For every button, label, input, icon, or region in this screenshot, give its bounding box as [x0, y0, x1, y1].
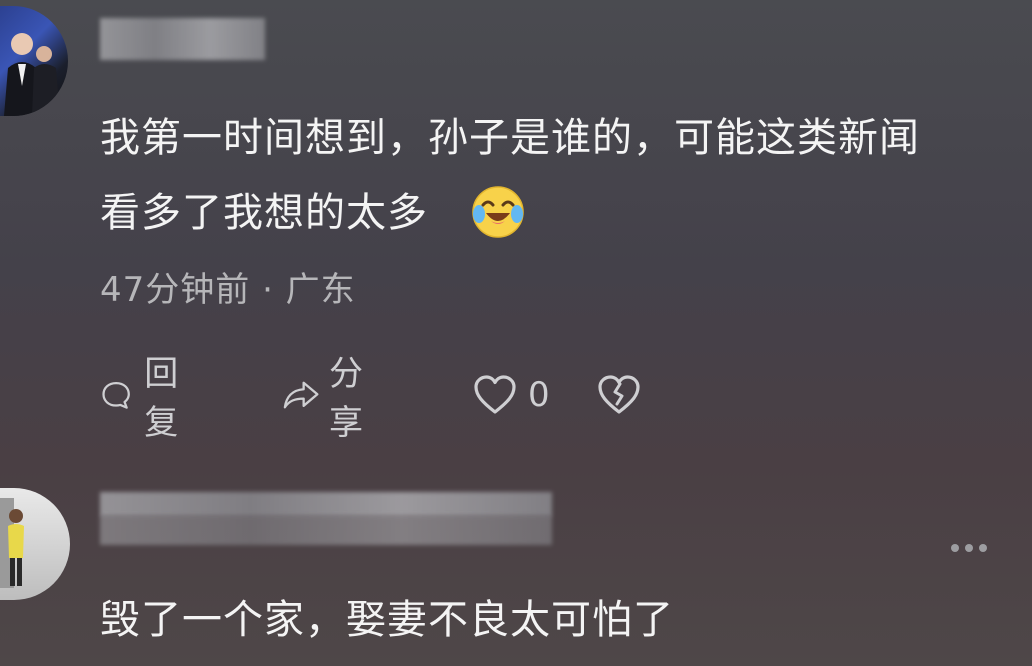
crying-laughing-face-icon	[472, 186, 524, 238]
like-count: 0	[528, 375, 550, 415]
reply-label: 回复	[144, 354, 179, 443]
comment-text: 我第一时间想到，孙子是谁的，可能这类新闻	[100, 115, 920, 161]
like-button[interactable]: 0	[472, 370, 550, 420]
comment-bubble-icon	[102, 381, 130, 409]
share-label: 分享	[328, 354, 363, 443]
author-name-blurred[interactable]	[100, 492, 552, 516]
author-name-blurred[interactable]	[100, 18, 265, 60]
dislike-button[interactable]	[596, 370, 642, 420]
share-button[interactable]: 分享	[282, 354, 378, 443]
comment-text: 看多了我想的太多	[100, 190, 428, 236]
author-subtitle-blurred	[100, 515, 552, 545]
broken-heart-icon	[598, 375, 640, 414]
avatar[interactable]	[0, 488, 70, 600]
comment-meta: 47分钟前 · 广东	[100, 270, 356, 310]
more-dots-icon[interactable]	[944, 536, 994, 560]
avatar[interactable]	[0, 6, 68, 116]
reply-button[interactable]: 回复	[100, 354, 192, 443]
comment-text: 毁了一个家，娶妻不良太可怕了	[100, 597, 674, 643]
heart-icon	[474, 375, 516, 414]
share-arrow-icon	[283, 381, 319, 409]
